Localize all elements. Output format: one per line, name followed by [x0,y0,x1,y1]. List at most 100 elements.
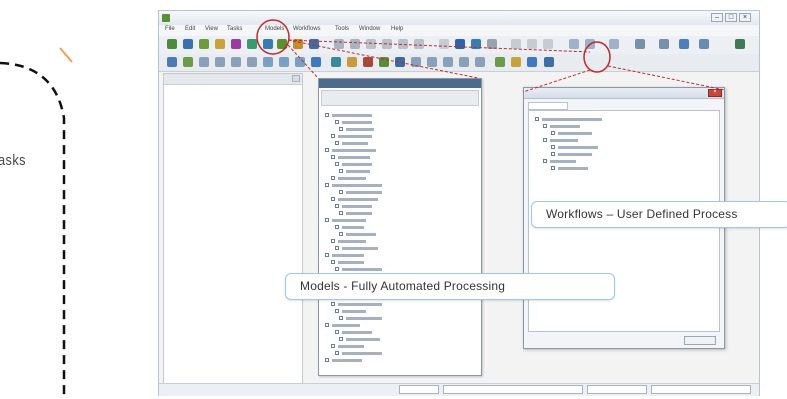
tool-icon[interactable] [334,39,344,49]
tree-row[interactable] [339,127,377,132]
tool-icon[interactable] [379,57,389,67]
tool-icon[interactable] [511,39,521,49]
tree-row[interactable] [339,316,385,321]
tree-row[interactable] [543,159,579,164]
tree-row[interactable] [331,344,367,349]
tree-row[interactable] [331,260,367,265]
tree-row[interactable] [543,124,583,129]
tool-icon[interactable] [455,39,465,49]
tool-icon[interactable] [183,39,193,49]
tool-icon[interactable] [247,57,257,67]
tool-icon[interactable] [311,57,321,67]
tool-icon[interactable] [635,39,645,49]
tool-icon[interactable] [263,57,273,67]
tree-row[interactable] [339,337,383,342]
tool-icon[interactable] [293,39,303,49]
tool-icon[interactable] [331,57,341,67]
tree-row[interactable] [335,309,369,314]
tool-icon[interactable] [183,57,193,67]
tool-icon[interactable] [699,39,709,49]
tool-icon[interactable] [659,39,669,49]
menu-help[interactable]: Help [391,26,403,32]
tool-icon[interactable] [167,39,177,49]
menu-file[interactable]: File [165,26,175,32]
tool-icon[interactable] [347,57,357,67]
tool-icon[interactable] [487,39,497,49]
workflows-tab[interactable] [528,102,568,110]
tool-icon[interactable] [569,39,579,49]
tree-row[interactable] [331,176,369,181]
tool-icon[interactable] [475,57,485,67]
tool-icon[interactable] [398,39,408,49]
tree-row[interactable] [543,138,581,143]
tool-icon[interactable] [215,39,225,49]
tool-icon[interactable] [231,57,241,67]
tree-row[interactable] [335,246,381,251]
tree-row[interactable] [331,239,369,244]
tool-icon[interactable] [295,57,305,67]
tool-icon[interactable] [199,39,209,49]
pane-close-icon[interactable] [292,75,300,82]
tool-icon[interactable] [609,39,619,49]
tool-icon[interactable] [350,39,360,49]
menu-tasks[interactable]: Tasks [227,26,242,32]
tool-icon[interactable] [215,57,225,67]
tree-row[interactable] [551,145,601,150]
tree-row[interactable] [335,120,375,125]
tree-row[interactable] [335,204,375,209]
tool-icon[interactable] [511,57,521,67]
tree-row[interactable] [339,232,379,237]
tool-icon[interactable] [366,39,376,49]
menu-window[interactable]: Window [359,26,380,32]
tool-icon[interactable] [443,57,453,67]
tree-row[interactable] [335,267,385,272]
menu-tools[interactable]: Tools [335,26,349,32]
tree-row[interactable] [325,113,375,118]
tool-icon[interactable] [414,39,424,49]
menu-edit[interactable]: Edit [185,26,195,32]
close-button[interactable]: × [739,13,751,22]
tree-row[interactable] [335,351,385,356]
tool-icon[interactable] [382,39,392,49]
tool-icon[interactable] [471,39,481,49]
tool-icon[interactable] [527,39,537,49]
tree-row[interactable] [335,141,371,146]
minimize-button[interactable]: – [711,13,723,22]
tool-icon[interactable] [459,57,469,67]
tool-icon[interactable] [309,39,319,49]
tree-row[interactable] [535,117,605,122]
tree-row[interactable] [331,302,385,307]
tool-icon[interactable] [585,39,595,49]
tree-row[interactable] [325,218,369,223]
tool-icon[interactable] [495,57,505,67]
workflows-close-button[interactable]: × [708,89,722,97]
tool-icon[interactable] [363,57,373,67]
tree-row[interactable] [331,197,381,202]
tool-icon[interactable] [527,57,537,67]
menu-models[interactable]: Models [265,26,284,32]
tree-row[interactable] [339,190,385,195]
tree-row[interactable] [551,131,595,136]
tool-icon[interactable] [279,57,289,67]
tree-row[interactable] [551,152,595,157]
tree-row[interactable] [339,211,375,216]
workflows-tool-icon[interactable] [544,57,554,67]
tool-icon[interactable] [199,57,209,67]
models-tool-icon[interactable] [277,39,287,49]
tree-row[interactable] [331,155,373,160]
tree-row[interactable] [331,134,375,139]
workflows-ok-button[interactable] [684,336,716,345]
tree-row[interactable] [551,166,591,171]
tool-icon[interactable] [395,57,405,67]
tool-icon[interactable] [263,39,273,49]
menu-view[interactable]: View [205,26,218,32]
tree-row[interactable] [325,183,385,188]
tree-row[interactable] [339,169,373,174]
tree-row[interactable] [335,330,375,335]
tool-icon[interactable] [735,39,745,49]
tool-icon[interactable] [439,39,449,49]
tool-icon[interactable] [427,57,437,67]
tool-icon[interactable] [679,39,689,49]
tool-icon[interactable] [167,57,177,67]
tree-row[interactable] [325,253,367,258]
